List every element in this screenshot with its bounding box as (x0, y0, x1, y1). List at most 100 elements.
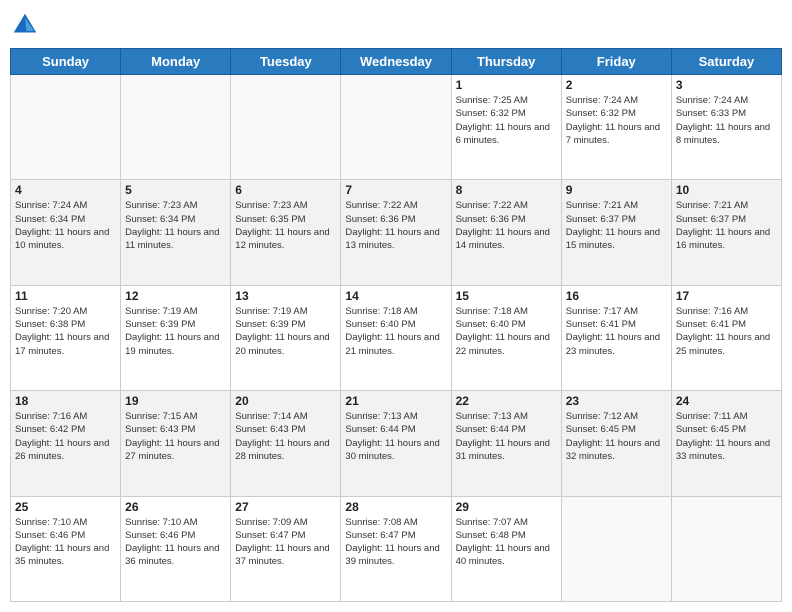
week-row-3: 11Sunrise: 7:20 AMSunset: 6:38 PMDayligh… (11, 285, 782, 390)
day-info: Sunrise: 7:16 AMSunset: 6:42 PMDaylight:… (15, 410, 116, 463)
day-info: Sunrise: 7:19 AMSunset: 6:39 PMDaylight:… (235, 305, 336, 358)
calendar-cell: 19 Sunrise: 7:15 AMSunset: 6:43 PMDayligh… (121, 391, 231, 496)
calendar-table: SundayMondayTuesdayWednesdayThursdayFrid… (10, 48, 782, 602)
calendar-cell: 2 Sunrise: 7:24 AMSunset: 6:32 PMDaylight… (561, 75, 671, 180)
weekday-header-saturday: Saturday (671, 49, 781, 75)
day-info: Sunrise: 7:07 AMSunset: 6:48 PMDaylight:… (456, 516, 557, 569)
day-info: Sunrise: 7:10 AMSunset: 6:46 PMDaylight:… (15, 516, 116, 569)
weekday-header-wednesday: Wednesday (341, 49, 451, 75)
calendar-cell: 22 Sunrise: 7:13 AMSunset: 6:44 PMDayligh… (451, 391, 561, 496)
day-number: 26 (125, 500, 226, 514)
calendar-cell: 12 Sunrise: 7:19 AMSunset: 6:39 PMDayligh… (121, 285, 231, 390)
calendar-cell: 14 Sunrise: 7:18 AMSunset: 6:40 PMDayligh… (341, 285, 451, 390)
calendar-cell: 25 Sunrise: 7:10 AMSunset: 6:46 PMDayligh… (11, 496, 121, 601)
logo (10, 10, 44, 40)
day-info: Sunrise: 7:21 AMSunset: 6:37 PMDaylight:… (566, 199, 667, 252)
day-number: 18 (15, 394, 116, 408)
day-number: 7 (345, 183, 446, 197)
day-number: 27 (235, 500, 336, 514)
day-number: 10 (676, 183, 777, 197)
day-info: Sunrise: 7:20 AMSunset: 6:38 PMDaylight:… (15, 305, 116, 358)
calendar-cell: 9 Sunrise: 7:21 AMSunset: 6:37 PMDaylight… (561, 180, 671, 285)
day-number: 28 (345, 500, 446, 514)
day-info: Sunrise: 7:23 AMSunset: 6:35 PMDaylight:… (235, 199, 336, 252)
week-row-2: 4 Sunrise: 7:24 AMSunset: 6:34 PMDaylight… (11, 180, 782, 285)
calendar-cell: 7 Sunrise: 7:22 AMSunset: 6:36 PMDaylight… (341, 180, 451, 285)
day-number: 13 (235, 289, 336, 303)
day-info: Sunrise: 7:16 AMSunset: 6:41 PMDaylight:… (676, 305, 777, 358)
day-info: Sunrise: 7:14 AMSunset: 6:43 PMDaylight:… (235, 410, 336, 463)
day-info: Sunrise: 7:09 AMSunset: 6:47 PMDaylight:… (235, 516, 336, 569)
day-number: 9 (566, 183, 667, 197)
day-info: Sunrise: 7:13 AMSunset: 6:44 PMDaylight:… (345, 410, 446, 463)
day-number: 15 (456, 289, 557, 303)
day-info: Sunrise: 7:17 AMSunset: 6:41 PMDaylight:… (566, 305, 667, 358)
calendar-cell: 15 Sunrise: 7:18 AMSunset: 6:40 PMDayligh… (451, 285, 561, 390)
day-number: 17 (676, 289, 777, 303)
day-number: 16 (566, 289, 667, 303)
logo-icon (10, 10, 40, 40)
day-info: Sunrise: 7:13 AMSunset: 6:44 PMDaylight:… (456, 410, 557, 463)
day-info: Sunrise: 7:11 AMSunset: 6:45 PMDaylight:… (676, 410, 777, 463)
day-info: Sunrise: 7:18 AMSunset: 6:40 PMDaylight:… (456, 305, 557, 358)
weekday-header-tuesday: Tuesday (231, 49, 341, 75)
day-info: Sunrise: 7:22 AMSunset: 6:36 PMDaylight:… (456, 199, 557, 252)
day-info: Sunrise: 7:24 AMSunset: 6:32 PMDaylight:… (566, 94, 667, 147)
weekday-header-sunday: Sunday (11, 49, 121, 75)
calendar-cell (121, 75, 231, 180)
day-number: 21 (345, 394, 446, 408)
weekday-header-monday: Monday (121, 49, 231, 75)
day-info: Sunrise: 7:15 AMSunset: 6:43 PMDaylight:… (125, 410, 226, 463)
day-info: Sunrise: 7:25 AMSunset: 6:32 PMDaylight:… (456, 94, 557, 147)
calendar-cell: 29 Sunrise: 7:07 AMSunset: 6:48 PMDayligh… (451, 496, 561, 601)
calendar-cell: 8 Sunrise: 7:22 AMSunset: 6:36 PMDaylight… (451, 180, 561, 285)
day-number: 6 (235, 183, 336, 197)
day-info: Sunrise: 7:21 AMSunset: 6:37 PMDaylight:… (676, 199, 777, 252)
calendar-cell (341, 75, 451, 180)
day-number: 20 (235, 394, 336, 408)
calendar-cell (231, 75, 341, 180)
day-number: 4 (15, 183, 116, 197)
calendar-cell: 5 Sunrise: 7:23 AMSunset: 6:34 PMDaylight… (121, 180, 231, 285)
day-info: Sunrise: 7:08 AMSunset: 6:47 PMDaylight:… (345, 516, 446, 569)
day-number: 24 (676, 394, 777, 408)
calendar-cell (561, 496, 671, 601)
calendar-cell: 21 Sunrise: 7:13 AMSunset: 6:44 PMDayligh… (341, 391, 451, 496)
page: SundayMondayTuesdayWednesdayThursdayFrid… (0, 0, 792, 612)
day-number: 2 (566, 78, 667, 92)
calendar-cell: 20 Sunrise: 7:14 AMSunset: 6:43 PMDayligh… (231, 391, 341, 496)
day-info: Sunrise: 7:24 AMSunset: 6:33 PMDaylight:… (676, 94, 777, 147)
weekday-header-row: SundayMondayTuesdayWednesdayThursdayFrid… (11, 49, 782, 75)
week-row-1: 1Sunrise: 7:25 AMSunset: 6:32 PMDaylight… (11, 75, 782, 180)
day-number: 3 (676, 78, 777, 92)
day-info: Sunrise: 7:18 AMSunset: 6:40 PMDaylight:… (345, 305, 446, 358)
weekday-header-friday: Friday (561, 49, 671, 75)
day-number: 14 (345, 289, 446, 303)
calendar-cell: 13 Sunrise: 7:19 AMSunset: 6:39 PMDayligh… (231, 285, 341, 390)
day-number: 12 (125, 289, 226, 303)
calendar-cell: 1Sunrise: 7:25 AMSunset: 6:32 PMDaylight… (451, 75, 561, 180)
day-info: Sunrise: 7:10 AMSunset: 6:46 PMDaylight:… (125, 516, 226, 569)
day-number: 25 (15, 500, 116, 514)
day-number: 23 (566, 394, 667, 408)
week-row-5: 25 Sunrise: 7:10 AMSunset: 6:46 PMDayligh… (11, 496, 782, 601)
day-info: Sunrise: 7:23 AMSunset: 6:34 PMDaylight:… (125, 199, 226, 252)
calendar-cell: 3 Sunrise: 7:24 AMSunset: 6:33 PMDaylight… (671, 75, 781, 180)
day-number: 29 (456, 500, 557, 514)
day-number: 8 (456, 183, 557, 197)
calendar-cell: 24 Sunrise: 7:11 AMSunset: 6:45 PMDayligh… (671, 391, 781, 496)
day-number: 19 (125, 394, 226, 408)
day-info: Sunrise: 7:22 AMSunset: 6:36 PMDaylight:… (345, 199, 446, 252)
day-number: 5 (125, 183, 226, 197)
header (10, 10, 782, 40)
calendar-cell: 10 Sunrise: 7:21 AMSunset: 6:37 PMDayligh… (671, 180, 781, 285)
calendar-cell: 17 Sunrise: 7:16 AMSunset: 6:41 PMDayligh… (671, 285, 781, 390)
calendar-cell: 28 Sunrise: 7:08 AMSunset: 6:47 PMDayligh… (341, 496, 451, 601)
day-info: Sunrise: 7:19 AMSunset: 6:39 PMDaylight:… (125, 305, 226, 358)
day-number: 22 (456, 394, 557, 408)
calendar-cell: 4 Sunrise: 7:24 AMSunset: 6:34 PMDaylight… (11, 180, 121, 285)
calendar-cell: 27 Sunrise: 7:09 AMSunset: 6:47 PMDayligh… (231, 496, 341, 601)
calendar-cell: 6 Sunrise: 7:23 AMSunset: 6:35 PMDaylight… (231, 180, 341, 285)
calendar-cell: 18 Sunrise: 7:16 AMSunset: 6:42 PMDayligh… (11, 391, 121, 496)
day-info: Sunrise: 7:24 AMSunset: 6:34 PMDaylight:… (15, 199, 116, 252)
